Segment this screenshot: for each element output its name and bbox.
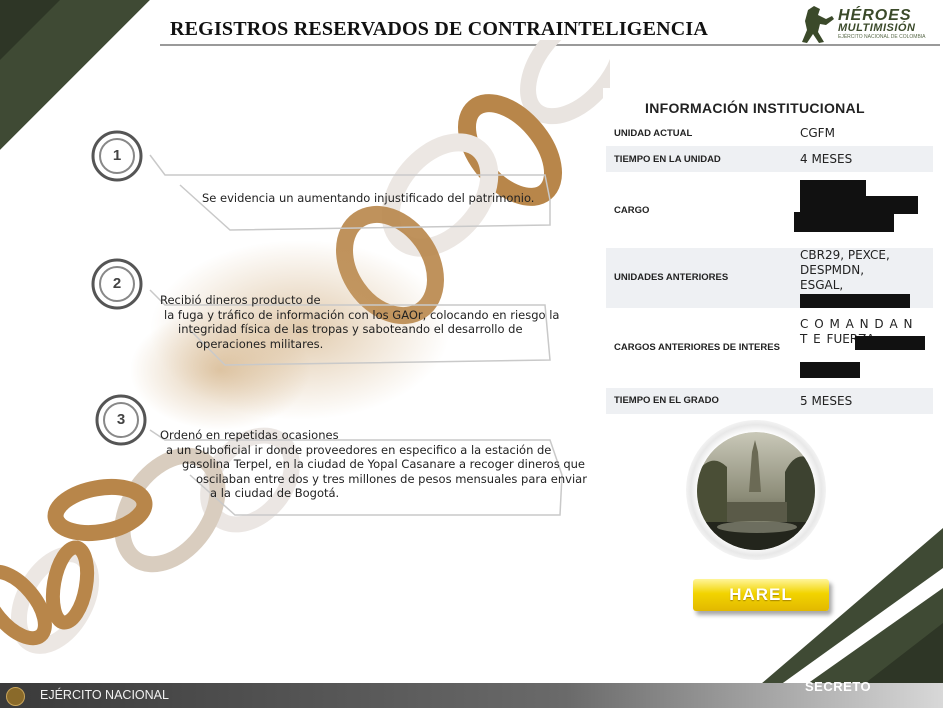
item-2-line-2: la fuga y tráfico de información con los… [164,307,560,322]
item-2-text: Recibió dineros producto de la fuga y tr… [160,293,559,351]
classification-label: SECRETO [805,679,872,694]
info-value: 5 MESES [800,393,853,408]
redaction-block [800,180,866,196]
info-value-text: CBR29, PEXCE, DESPMDN, ESGAL, [800,248,890,292]
landscape-photo [697,432,815,550]
item-2-line-4: operaciones militares. [196,336,324,351]
page-title: REGISTROS RESERVADOS DE CONTRAINTELIGENC… [170,18,709,40]
info-row-tiempo-grado: TIEMPO EN EL GRADO 5 MESES [606,387,933,414]
item-1-number: 1 [112,147,122,164]
item-3-number: 3 [116,411,126,428]
info-label: UNIDADES ANTERIORES [614,272,729,284]
info-label: TIEMPO EN LA UNIDAD [614,153,721,165]
footer-org-label: EJÉRCITO NACIONAL [40,688,169,702]
item-3-line-5: a la ciudad de Bogotá. [210,486,340,500]
redaction-block [855,335,925,350]
info-row-tiempo-unidad: TIEMPO EN LA UNIDAD 4 MESES [606,146,933,172]
redaction-block [794,212,894,232]
logo-subtext: EJÉRCITO NACIONAL DE COLOMBIA [838,34,926,40]
info-value: CBR29, PEXCE, DESPMDN, ESGAL, [792,248,933,308]
info-value: CGFM [800,126,835,140]
info-table: UNIDAD ACTUAL CGFM TIEMPO EN LA UNIDAD 4… [606,120,933,414]
item-3-line-3: gasolina Terpel, en la ciudad de Yopal C… [182,457,586,471]
info-value: C O M A N D A N T E FUERZA [792,308,933,388]
item-2-line-3: integridad física de las tropas y sabote… [178,322,523,336]
info-row-unidades-anteriores: UNIDADES ANTERIORES CBR29, PEXCE, DESPMD… [606,248,933,308]
item-1-text: Se evidencia un aumentando injustificado… [202,191,534,206]
item-1-line-1: Se evidencia un aumentando injustificado… [202,191,535,205]
redaction-block [800,293,910,308]
info-label: CARGOS ANTERIORES DE INTERES [614,342,780,353]
info-value: 4 MESES [800,152,853,166]
item-3-line-2: a un Suboficial ir donde proveedores en … [166,442,552,457]
info-row-cargo: CARGO [606,172,933,248]
info-label: UNIDAD ACTUAL [614,127,693,139]
info-row-cargos-anteriores: CARGOS ANTERIORES DE INTERES C O M A N D… [606,307,933,388]
item-2-line-1: Recibió dineros producto de [160,293,321,307]
logo-multimision-text: MULTIMISIÓN [838,22,916,34]
item-3-line-1: Ordenó en repetidas ocasiones [160,428,339,442]
item-3-text: Ordenó en repetidas ocasiones a un Subof… [160,428,587,501]
profile-name-badge[interactable]: HAREL [693,579,829,611]
info-label: TIEMPO EN EL GRADO [614,395,719,406]
item-3-line-4: oscilaban entre dos y tres millones de p… [196,471,587,486]
redaction-block [800,361,860,378]
info-heading: INFORMACIÓN INSTITUCIONAL [645,100,865,116]
info-value-redacted [792,172,933,248]
info-row-unidad: UNIDAD ACTUAL CGFM [606,120,933,146]
info-label: CARGO [614,204,650,216]
item-2-number: 2 [112,275,122,292]
army-emblem-icon [6,687,25,706]
